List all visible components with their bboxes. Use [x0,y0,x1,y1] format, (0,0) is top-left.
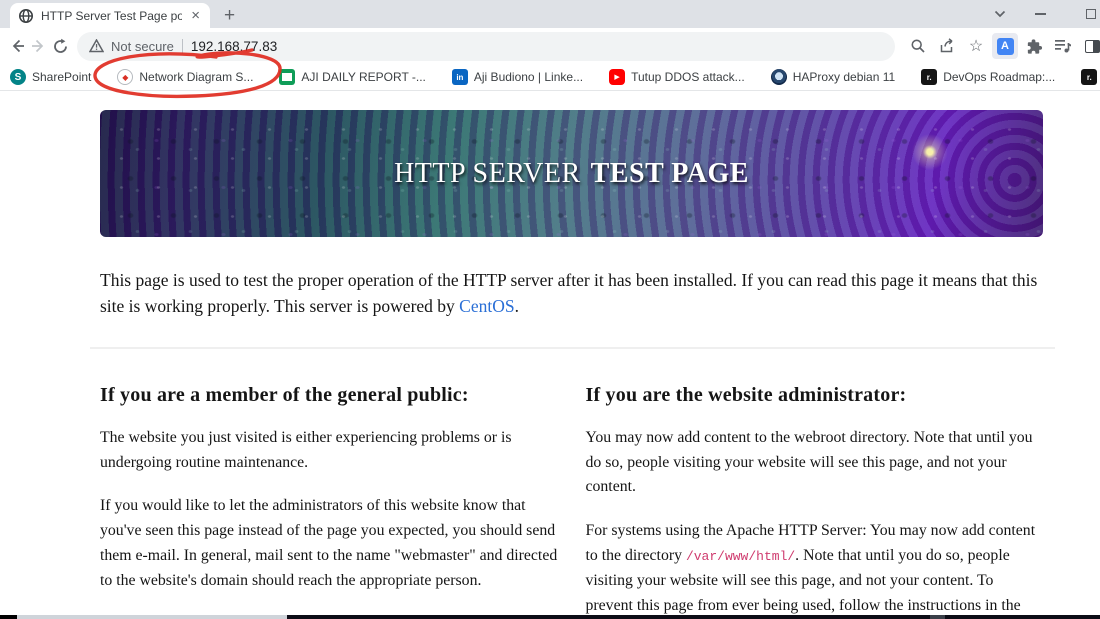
browser-toolbar: Not secure 192.168.77.83 ☆ A [0,28,1100,99]
bookmark-aji-daily-report[interactable]: AJI DAILY REPORT -... [279,69,426,85]
admin-paragraph-1: You may now add content to the webroot d… [585,428,1033,496]
share-icon[interactable] [934,33,960,59]
roadmap-icon: r. [1081,69,1098,85]
admin-column: If you are the website administrator: Yo… [586,349,1044,619]
new-tab-button[interactable]: + [224,6,235,25]
youtube-icon: ▶ [609,69,626,85]
bookmarks-bar: S SharePoint ◆ Network Diagram S... AJI … [0,64,1100,91]
bookmark-youtube-ddos[interactable]: ▶ Tutup DDOS attack... [609,69,745,85]
toolbar-right-icons: ☆ A [905,33,1100,59]
banner-title: HTTP SERVER TEST PAGE [100,110,1043,237]
centos-link[interactable]: CentOS [459,296,514,316]
media-list-icon[interactable] [1050,33,1076,59]
linkedin-icon: in [451,69,468,85]
tab-close-icon[interactable]: × [189,8,202,23]
intro-paragraph: This page is used to test the proper ope… [100,268,1040,320]
bookmark-sharepoint[interactable]: S SharePoint [10,69,91,85]
tab-search-chevron-icon[interactable] [980,0,1020,28]
bookmark-label: Tutup DDOS attack... [631,70,745,84]
search-icon[interactable] [905,33,931,59]
network-diagram-icon: ◆ [117,69,134,85]
two-column-section: If you are a member of the general publi… [100,349,1043,619]
sharepoint-icon: S [10,69,26,85]
banner-title-part2: TEST PAGE [590,157,749,189]
address-bar[interactable]: Not secure 192.168.77.83 [77,31,895,61]
bookmark-label: AJI DAILY REPORT -... [301,70,426,84]
admin-paragraph-2: For systems using the Apache HTTP Server… [586,519,1044,619]
omnibox-separator [181,38,183,54]
side-panel-icon[interactable] [1079,33,1100,59]
admin-heading: If you are the website administrator: [585,383,907,406]
haproxy-icon [770,69,787,85]
reload-icon[interactable] [52,33,69,59]
intro-period: . [514,295,519,316]
public-paragraph-2: If you would like to let the administrat… [100,497,558,589]
tab-title: HTTP Server Test Page powered [41,8,183,23]
not-secure-warning-icon [89,39,104,53]
translate-extension-icon[interactable]: A [992,33,1018,59]
not-secure-label: Not secure [111,38,174,54]
tab-strip: HTTP Server Test Page powered × + [0,0,1100,28]
public-column: If you are a member of the general publi… [100,349,558,619]
bookmark-label: SharePoint [32,70,92,84]
extensions-puzzle-icon[interactable] [1021,33,1047,59]
roadmap-icon: r. [921,69,938,85]
webroot-path-code: /var/www/html/ [685,548,796,564]
bookmark-label: DevOps Roadmap:... [943,70,1056,84]
bookmark-devops-roadmap[interactable]: r. DevOps Roadmap:... [921,69,1055,85]
window-controls [980,0,1100,28]
bookmark-label: Network Diagram S... [139,70,254,84]
url-text[interactable]: 192.168.77.83 [191,39,277,54]
test-page-banner: HTTP SERVER TEST PAGE [100,110,1043,237]
public-paragraph-1: The website you just visited is either e… [100,428,512,471]
bookmark-label: HAProxy debian 11 [792,70,896,84]
bookmark-docker-roadmap[interactable]: r. Docker Roadmap -... [1081,69,1100,85]
bookmark-star-icon[interactable]: ☆ [963,33,989,59]
webpage-content: HTTP SERVER TEST PAGE This page is used … [0,110,1100,619]
minimize-button[interactable] [1020,0,1060,28]
public-heading: If you are a member of the general publi… [100,383,469,406]
taskbar-edge [0,615,1100,619]
google-sheets-icon [279,69,296,85]
bookmark-haproxy[interactable]: HAProxy debian 11 [770,69,896,85]
bookmark-network-diagram[interactable]: ◆ Network Diagram S... [117,69,253,85]
security-chip[interactable]: Not secure [89,39,174,54]
bookmark-linkedin[interactable]: in Aji Budiono | Linke... [451,69,584,85]
bookmark-label: Aji Budiono | Linke... [473,70,584,84]
back-icon[interactable] [8,33,26,59]
banner-title-part1: HTTP SERVER [394,157,581,189]
browser-tab[interactable]: HTTP Server Test Page powered × [10,3,210,28]
globe-favicon-icon [19,8,33,23]
intro-text: This page is used to test the proper ope… [100,270,1038,316]
forward-icon[interactable] [30,33,48,59]
maximize-button[interactable] [1060,0,1100,28]
